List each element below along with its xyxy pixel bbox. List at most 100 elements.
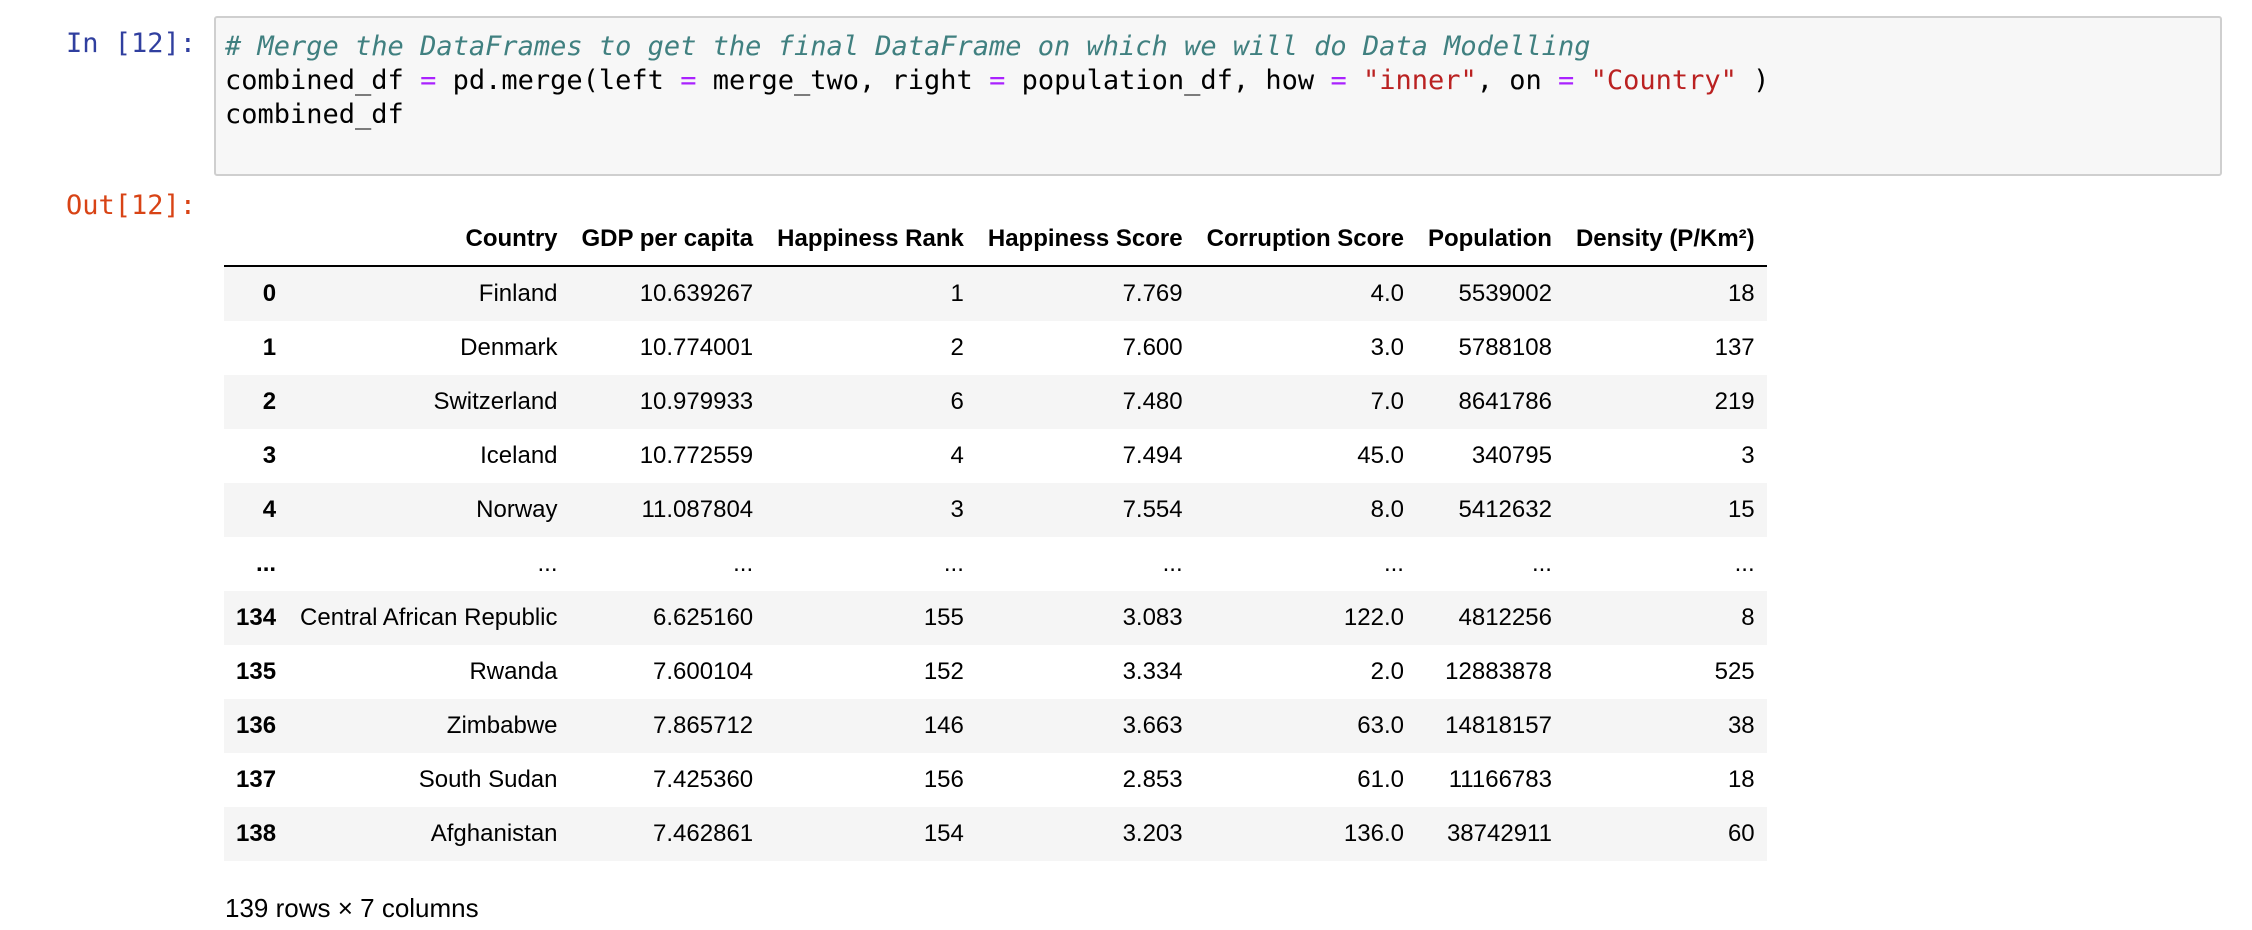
- table-cell: ...: [537, 550, 558, 577]
- column-header: GDP per capita: [569, 213, 766, 267]
- code-token-op: =: [680, 65, 697, 96]
- table-cell: 3.0: [1370, 334, 1404, 361]
- table-cell: ...: [1734, 550, 1755, 577]
- code-token-op: =: [989, 65, 1006, 96]
- table-cell: South Sudan: [418, 766, 558, 793]
- table-row: 1 Denmark 10.774001 2 7.600 3.0 5788108 137: [224, 321, 1767, 375]
- table-cell: 3.663: [1122, 712, 1183, 739]
- table-cell: 3.203: [1122, 820, 1183, 847]
- table-cell: 2: [950, 334, 964, 361]
- table-cell: 61.0: [1357, 766, 1404, 793]
- code-cell[interactable]: # Merge the DataFrames to get the final …: [214, 16, 2222, 176]
- table-cell: 7.0: [1370, 388, 1404, 415]
- input-prompt: In [12]:: [66, 28, 197, 59]
- table-row: 136 Zimbabwe 7.865712 146 3.663 63.0 14818157 3…: [224, 699, 1767, 753]
- row-index: 3: [262, 442, 277, 469]
- table-cell: 525: [1714, 658, 1755, 685]
- table-cell: 6.625160: [653, 604, 754, 631]
- code-token-text: combined_df: [225, 65, 421, 96]
- column-header: Happiness Score: [975, 213, 1195, 267]
- code-token-comment: # Merge the DataFrames to get the final …: [225, 31, 1591, 62]
- table-row: 138 Afghanistan 7.462861 154 3.203 136.0 38742…: [224, 807, 1767, 861]
- table-cell: ...: [733, 550, 754, 577]
- code-line: combined_df = pd.merge(left = merge_two,…: [225, 64, 1769, 98]
- table-cell: ...: [1162, 550, 1183, 577]
- table-cell: 38742911: [1446, 820, 1552, 847]
- table-cell: Denmark: [460, 334, 558, 361]
- table-cell: 4.0: [1370, 280, 1404, 307]
- table-cell: 38: [1727, 712, 1755, 739]
- table-cell: 4812256: [1458, 604, 1552, 631]
- index-header: [224, 213, 289, 267]
- table-cell: 154: [923, 820, 964, 847]
- code-line: combined_df: [225, 98, 1769, 132]
- table-cell: 7.425360: [653, 766, 754, 793]
- code-token-text: , on: [1476, 65, 1559, 96]
- table-cell: 122.0: [1343, 604, 1404, 631]
- column-header: Happiness Rank: [765, 213, 976, 267]
- row-index: 137: [236, 766, 277, 793]
- table-cell: 136.0: [1343, 820, 1404, 847]
- table-cell: ...: [1383, 550, 1404, 577]
- table-cell: 2.0: [1370, 658, 1404, 685]
- table-cell: ...: [943, 550, 964, 577]
- table-cell: 10.772559: [639, 442, 754, 469]
- column-header: Density (P/Km²): [1563, 213, 1767, 267]
- table-cell: 10.774001: [639, 334, 754, 361]
- table-cell: Finland: [478, 280, 558, 307]
- table-cell: 15: [1727, 496, 1755, 523]
- output-prompt: Out[12]:: [66, 190, 197, 221]
- table-cell: Afghanistan: [430, 820, 558, 847]
- table-cell: 3: [950, 496, 964, 523]
- table-cell: 7.480: [1122, 388, 1183, 415]
- table-cell: Norway: [476, 496, 558, 523]
- dataframe-table: Country GDP per capita Happiness Rank Happi…: [224, 213, 1767, 861]
- table-cell: 7.600: [1122, 334, 1183, 361]
- table-cell: 5539002: [1458, 280, 1552, 307]
- table-cell: 18: [1727, 280, 1755, 307]
- row-index: 136: [236, 712, 277, 739]
- row-index: 1: [262, 334, 277, 361]
- table-cell: 7.494: [1122, 442, 1183, 469]
- table-cell: 7.600104: [653, 658, 754, 685]
- table-cell: 8.0: [1370, 496, 1404, 523]
- row-index: 2: [262, 388, 277, 415]
- table-cell: 3.083: [1122, 604, 1183, 631]
- table-cell: 7.769: [1122, 280, 1183, 307]
- table-cell: 7.865712: [653, 712, 754, 739]
- table-cell: 4: [950, 442, 964, 469]
- row-index: 134: [236, 604, 277, 631]
- table-cell: 155: [923, 604, 964, 631]
- table-cell: Central African Republic: [300, 604, 558, 631]
- table-cell: 10.639267: [639, 280, 754, 307]
- row-index: ...: [256, 550, 277, 577]
- table-cell: 60: [1727, 820, 1755, 847]
- table-cell: Zimbabwe: [446, 712, 558, 739]
- table-cell: 45.0: [1357, 442, 1404, 469]
- column-header: Country: [288, 213, 570, 267]
- code-token-str: "inner": [1362, 65, 1477, 96]
- row-index: 138: [236, 820, 277, 847]
- code-line: # Merge the DataFrames to get the final …: [225, 30, 1769, 64]
- table-cell: 3: [1741, 442, 1755, 469]
- table-cell: 152: [923, 658, 964, 685]
- table-cell: 10.979933: [639, 388, 754, 415]
- code-token-text: merge_two, right: [696, 65, 990, 96]
- code-token-text: ): [1736, 65, 1770, 96]
- code-token-op: =: [1558, 65, 1575, 96]
- code-token-str: "Country": [1590, 65, 1737, 96]
- code-token-op: =: [1330, 65, 1347, 96]
- table-header-row: Country GDP per capita Happiness Rank Happi…: [224, 213, 1767, 267]
- table-cell: 5412632: [1458, 496, 1552, 523]
- code-token-text: population_df, how: [1005, 65, 1331, 96]
- code-editor[interactable]: # Merge the DataFrames to get the final …: [225, 30, 1769, 132]
- table-row: 4 Norway 11.087804 3 7.554 8.0 5412632 15: [224, 483, 1767, 537]
- table-row: 134 Central African Republic 6.625160 155 3.…: [224, 591, 1767, 645]
- table-cell: 14818157: [1445, 712, 1552, 739]
- code-token-text: pd.merge(left: [436, 65, 681, 96]
- table-row: 2 Switzerland 10.979933 6 7.480 7.0 8641786 219: [224, 375, 1767, 429]
- table-cell: 18: [1727, 766, 1755, 793]
- table-row: 3 Iceland 10.772559 4 7.494 45.0 340795 3: [224, 429, 1767, 483]
- table-cell: 146: [923, 712, 964, 739]
